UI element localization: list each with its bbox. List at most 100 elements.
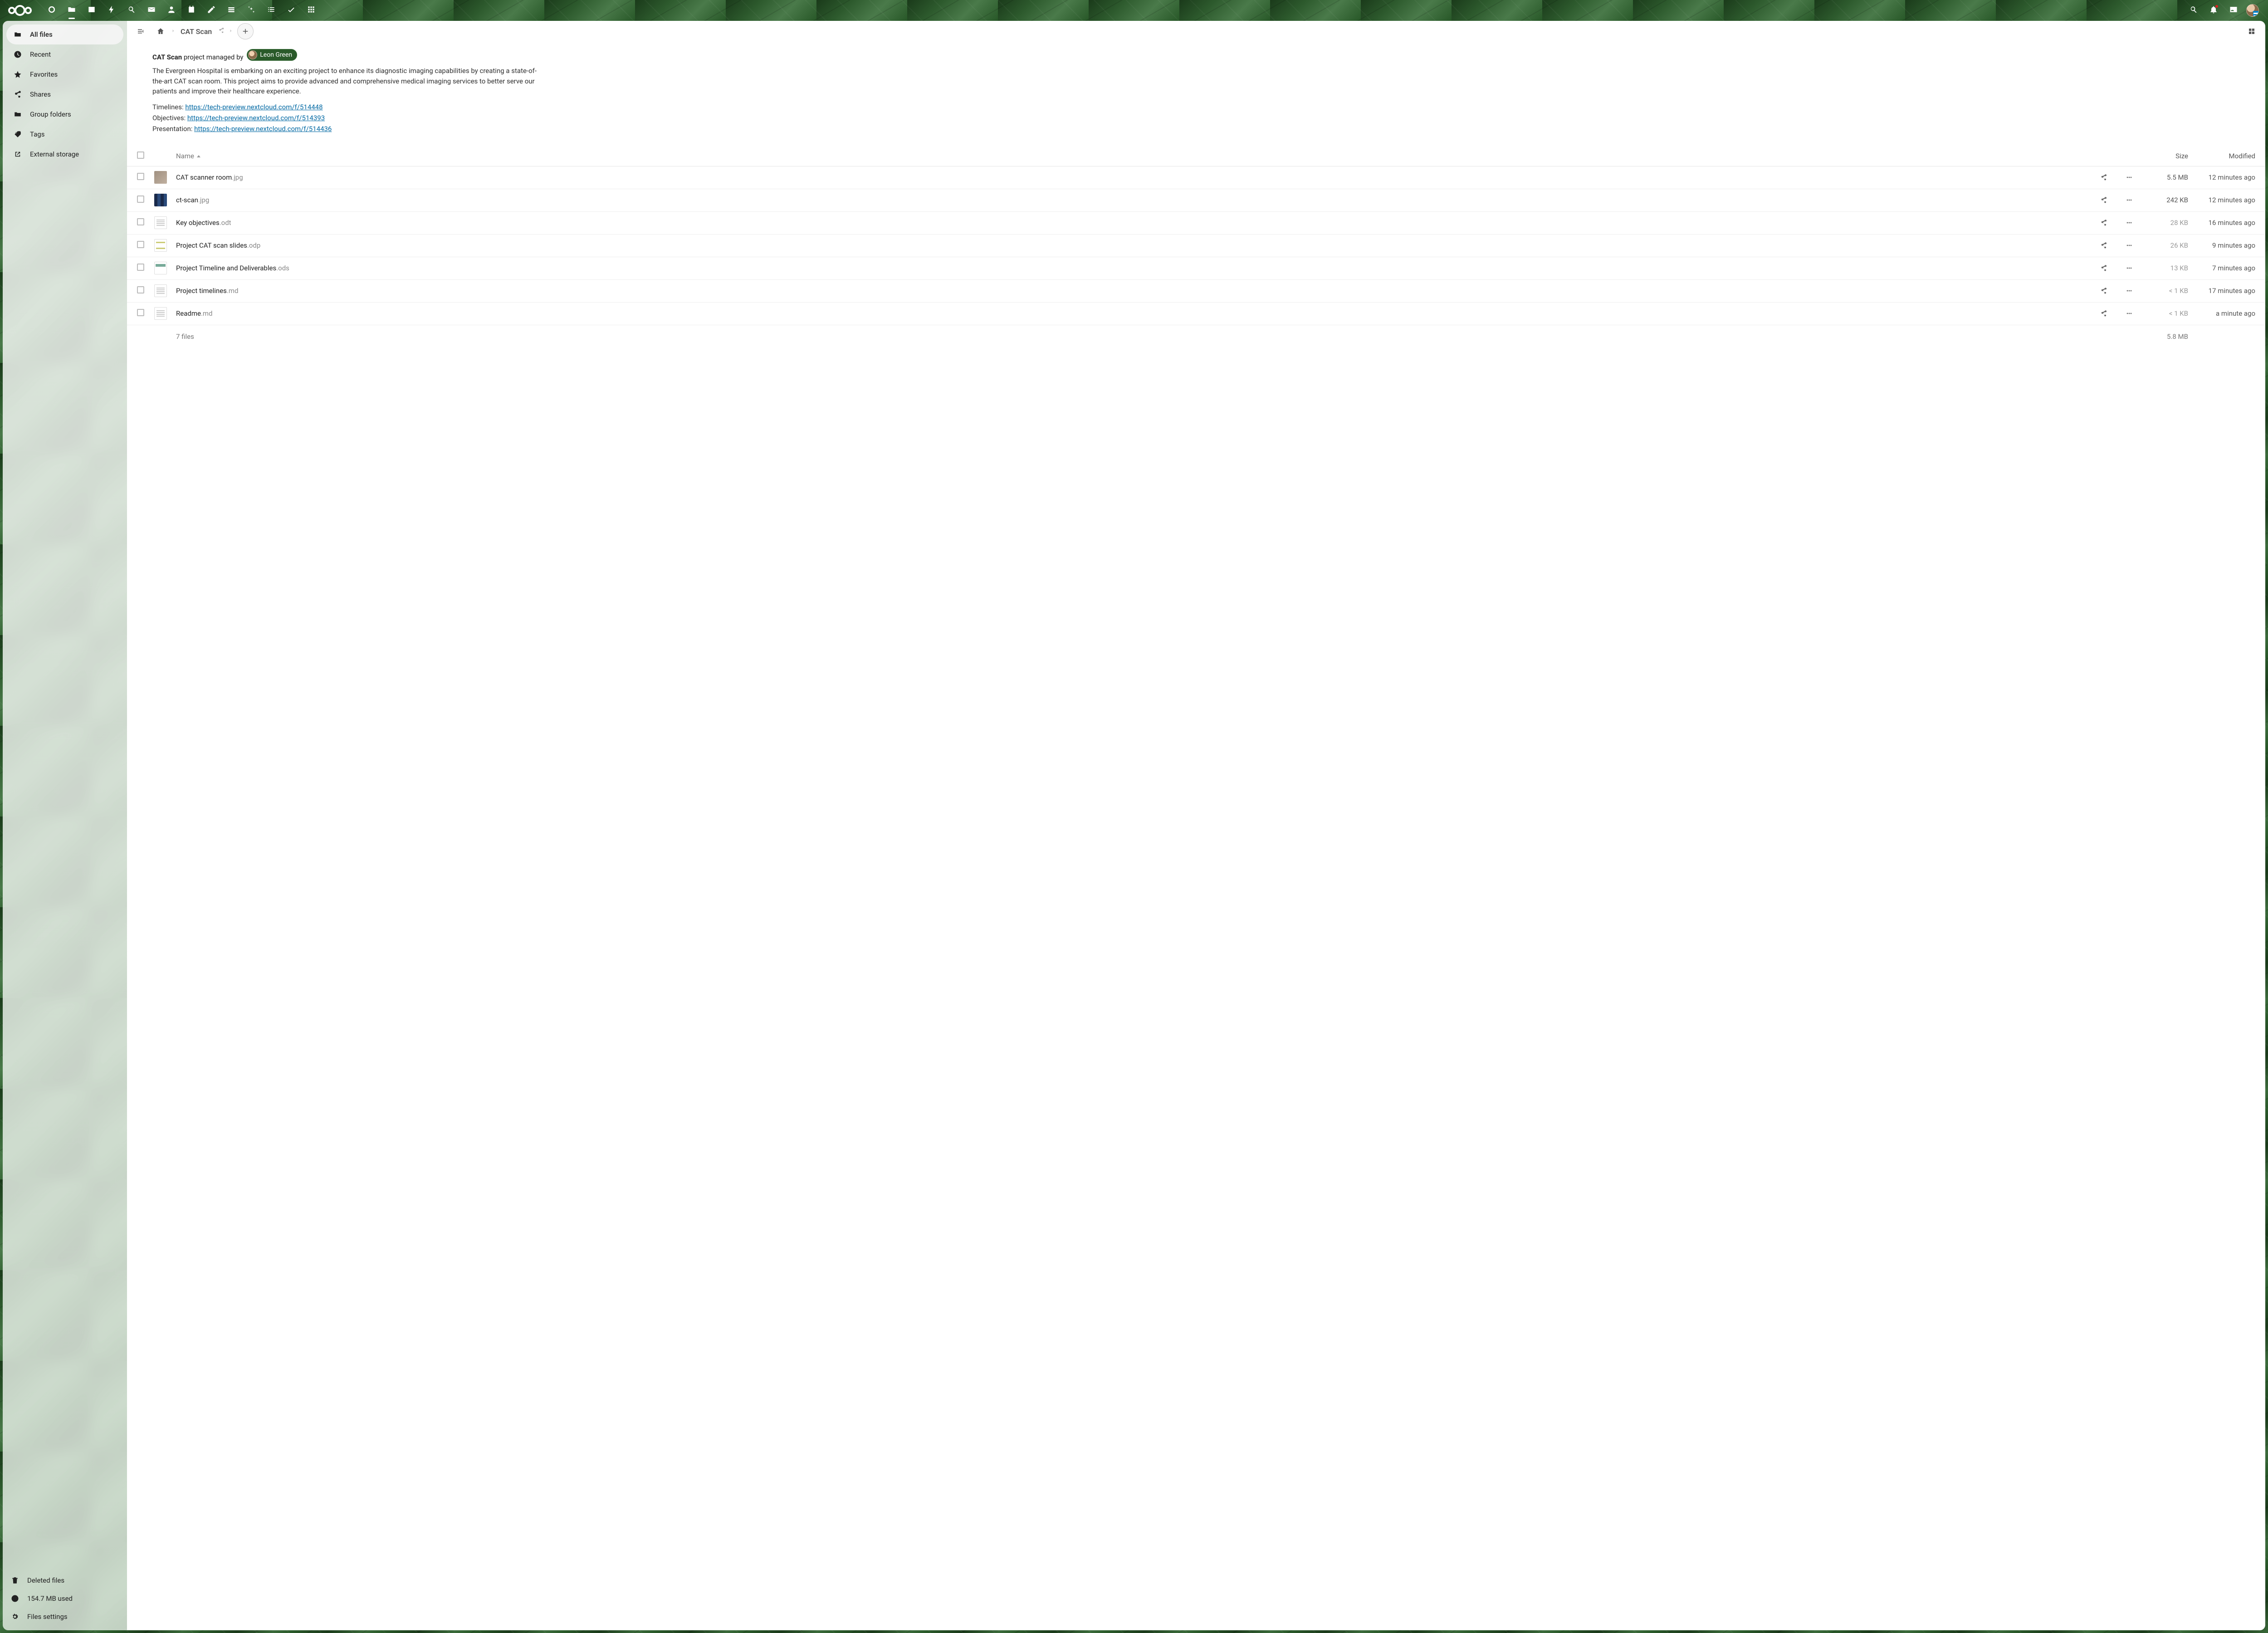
sidebar-item-recent[interactable]: Recent bbox=[6, 44, 123, 64]
app-assist[interactable] bbox=[241, 0, 261, 20]
file-row[interactable]: Key objectives.odt28 KB16 minutes ago bbox=[127, 212, 2265, 235]
app-activity[interactable] bbox=[102, 0, 122, 20]
share-button[interactable] bbox=[2091, 242, 2116, 249]
owner-chip[interactable]: Leon Green bbox=[247, 49, 297, 61]
column-header-size[interactable]: Size bbox=[2142, 152, 2192, 160]
file-row[interactable]: Project CAT scan slides.odp26 KB9 minute… bbox=[127, 235, 2265, 257]
share-button[interactable] bbox=[2091, 287, 2116, 294]
sidebar-item-shares[interactable]: Shares bbox=[6, 84, 123, 104]
sidebar-item-label: Recent bbox=[30, 50, 51, 59]
app-files[interactable] bbox=[62, 0, 82, 20]
main-panel: CAT Scan CAT Scan project managed by bbox=[127, 21, 2265, 1630]
user-menu[interactable] bbox=[2244, 0, 2262, 20]
app-photos[interactable] bbox=[82, 0, 102, 20]
row-checkbox[interactable] bbox=[137, 264, 144, 271]
nextcloud-logo[interactable] bbox=[6, 4, 34, 17]
share-button[interactable] bbox=[2091, 310, 2116, 317]
description-link[interactable]: https://tech-preview.nextcloud.com/f/514… bbox=[187, 114, 325, 122]
toggle-sidebar-button[interactable] bbox=[132, 23, 149, 39]
more-actions-button[interactable] bbox=[2116, 174, 2142, 181]
grid-icon bbox=[307, 5, 316, 16]
file-row[interactable]: Project timelines.md< 1 KB17 minutes ago bbox=[127, 280, 2265, 303]
select-all-checkbox[interactable] bbox=[137, 152, 144, 159]
folder-solid-icon bbox=[14, 30, 22, 39]
file-name[interactable]: Readme.md bbox=[171, 309, 2091, 318]
file-modified: 16 minutes ago bbox=[2192, 219, 2255, 227]
app-calendar[interactable] bbox=[181, 0, 201, 20]
link-label: Objectives: bbox=[152, 114, 187, 122]
share-button[interactable] bbox=[2091, 264, 2116, 272]
deleted-files-link[interactable]: Deleted files bbox=[6, 1571, 123, 1589]
tray-unified-search[interactable] bbox=[2184, 0, 2204, 20]
pencil-icon bbox=[207, 5, 216, 16]
file-name[interactable]: Project Timeline and Deliverables.ods bbox=[171, 264, 2091, 272]
file-thumbnail-icon bbox=[154, 262, 167, 274]
notification-badge-icon bbox=[2215, 5, 2218, 8]
folder-description-text: The Evergreen Hospital is embarking on a… bbox=[152, 66, 537, 97]
row-checkbox[interactable] bbox=[137, 173, 144, 180]
app-mail[interactable] bbox=[142, 0, 161, 20]
sidebar-item-external-storage[interactable]: External storage bbox=[6, 144, 123, 164]
bolt-icon bbox=[107, 5, 116, 16]
sidebar-item-label: All files bbox=[30, 30, 53, 39]
folder-subtitle: project managed by bbox=[182, 53, 245, 61]
file-name[interactable]: Key objectives.odt bbox=[171, 219, 2091, 227]
file-row[interactable]: CAT scanner room.jpg5.5 MB12 minutes ago bbox=[127, 166, 2265, 189]
tray-notifications[interactable] bbox=[2204, 0, 2224, 20]
deleted-files-label: Deleted files bbox=[27, 1576, 64, 1584]
view-grid-button[interactable] bbox=[2244, 23, 2260, 39]
breadcrumb-current[interactable]: CAT Scan bbox=[178, 27, 215, 36]
app-tasks[interactable] bbox=[281, 0, 301, 20]
app-lists[interactable] bbox=[261, 0, 281, 20]
app-deck[interactable] bbox=[221, 0, 241, 20]
row-checkbox[interactable] bbox=[137, 218, 144, 225]
breadcrumb-share-icon[interactable] bbox=[216, 27, 226, 35]
app-tables[interactable] bbox=[301, 0, 321, 20]
app-search[interactable] bbox=[122, 0, 142, 20]
left-sidebar: All files Recent Favorites SharesGroup fold… bbox=[3, 21, 127, 1630]
column-header-name[interactable]: Name bbox=[171, 152, 2091, 160]
sidebar-item-label: Favorites bbox=[30, 70, 58, 78]
app-contacts[interactable] bbox=[161, 0, 181, 20]
description-link[interactable]: https://tech-preview.nextcloud.com/f/514… bbox=[194, 125, 332, 133]
more-actions-button[interactable] bbox=[2116, 310, 2142, 317]
sidebar-item-all-files[interactable]: All files bbox=[6, 24, 123, 44]
share-button[interactable] bbox=[2091, 196, 2116, 204]
files-settings-link[interactable]: Files settings bbox=[6, 1608, 123, 1626]
file-size: 242 KB bbox=[2142, 196, 2192, 204]
file-name[interactable]: Project timelines.md bbox=[171, 287, 2091, 295]
file-row[interactable]: Project Timeline and Deliverables.ods13 … bbox=[127, 257, 2265, 280]
share-button[interactable] bbox=[2091, 174, 2116, 181]
row-checkbox[interactable] bbox=[137, 309, 144, 316]
link-label: Timelines: bbox=[152, 103, 185, 111]
description-link[interactable]: https://tech-preview.nextcloud.com/f/514… bbox=[185, 103, 323, 111]
more-actions-button[interactable] bbox=[2116, 196, 2142, 204]
file-modified: a minute ago bbox=[2192, 309, 2255, 318]
row-checkbox[interactable] bbox=[137, 196, 144, 203]
sidebar-item-favorites[interactable]: Favorites bbox=[6, 64, 123, 84]
file-name[interactable]: CAT scanner room.jpg bbox=[171, 173, 2091, 181]
row-checkbox[interactable] bbox=[137, 241, 144, 248]
more-actions-button[interactable] bbox=[2116, 242, 2142, 249]
app-dashboard[interactable] bbox=[42, 0, 62, 20]
column-header-modified[interactable]: Modified bbox=[2192, 152, 2255, 160]
more-actions-button[interactable] bbox=[2116, 219, 2142, 226]
tray-contacts-menu[interactable] bbox=[2224, 0, 2244, 20]
row-checkbox[interactable] bbox=[137, 286, 144, 293]
sidebar-item-tags[interactable]: Tags bbox=[6, 124, 123, 144]
file-row[interactable]: ct-scan.jpg242 KB12 minutes ago bbox=[127, 189, 2265, 212]
new-button[interactable] bbox=[237, 23, 254, 39]
more-actions-button[interactable] bbox=[2116, 287, 2142, 294]
file-name[interactable]: ct-scan.jpg bbox=[171, 196, 2091, 204]
chevron-right-icon bbox=[171, 27, 176, 35]
storage-quota[interactable]: 154.7 MB used bbox=[6, 1589, 123, 1608]
breadcrumb-home[interactable] bbox=[152, 23, 169, 39]
app-notes[interactable] bbox=[201, 0, 221, 20]
share-button[interactable] bbox=[2091, 219, 2116, 226]
file-list-header: Name Size Modified bbox=[127, 147, 2265, 166]
file-row[interactable]: Readme.md< 1 KBa minute ago bbox=[127, 303, 2265, 325]
storage-quota-label: 154.7 MB used bbox=[27, 1594, 73, 1603]
file-name[interactable]: Project CAT scan slides.odp bbox=[171, 241, 2091, 249]
more-actions-button[interactable] bbox=[2116, 264, 2142, 272]
sidebar-item-group-folders[interactable]: Group folders bbox=[6, 104, 123, 124]
